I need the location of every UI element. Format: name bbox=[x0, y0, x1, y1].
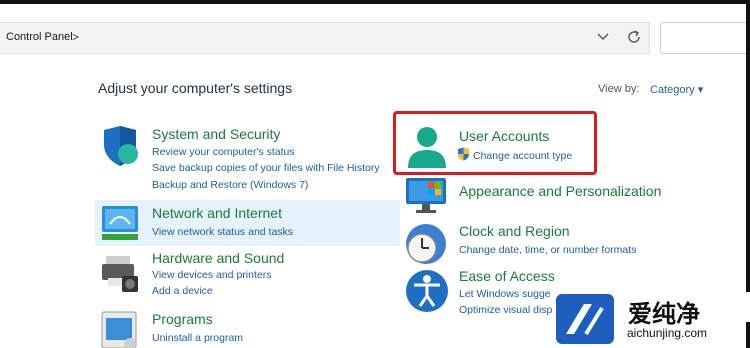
link-review-status[interactable]: Review your computer's status bbox=[152, 146, 295, 158]
link-let-windows-suggest[interactable]: Let Windows sugge bbox=[459, 288, 551, 300]
view-by-dropdown[interactable]: Category ▾ bbox=[650, 83, 703, 96]
address-bar[interactable]: Control Panel > bbox=[0, 22, 650, 54]
ease-of-access-icon[interactable] bbox=[404, 268, 450, 314]
link-uninstall-program[interactable]: Uninstall a program bbox=[152, 332, 243, 344]
search-input[interactable] bbox=[660, 22, 746, 54]
link-add-device[interactable]: Add a device bbox=[152, 285, 213, 297]
category-appearance[interactable]: Appearance and Personalization bbox=[459, 183, 661, 199]
category-system-security[interactable]: System and Security bbox=[152, 126, 280, 142]
link-change-date-formats[interactable]: Change date, time, or number formats bbox=[459, 244, 636, 256]
category-clock-region[interactable]: Clock and Region bbox=[459, 223, 570, 239]
link-network-status[interactable]: View network status and tasks bbox=[152, 226, 293, 238]
programs-icon[interactable] bbox=[100, 310, 142, 348]
link-file-history[interactable]: Save backup copies of your files with Fi… bbox=[152, 162, 380, 174]
page-title: Adjust your computer's settings bbox=[98, 80, 293, 96]
category-hardware-sound[interactable]: Hardware and Sound bbox=[152, 250, 284, 266]
category-ease-of-access[interactable]: Ease of Access bbox=[459, 268, 555, 284]
chevron-down-icon[interactable] bbox=[596, 29, 610, 43]
shield-icon[interactable] bbox=[100, 124, 142, 168]
clock-icon[interactable] bbox=[404, 222, 450, 268]
link-devices-printers[interactable]: View devices and printers bbox=[152, 269, 271, 281]
breadcrumb-control-panel[interactable]: Control Panel bbox=[6, 31, 73, 43]
watermark-url: aichunjing.com bbox=[624, 326, 711, 340]
view-by-label: View by: bbox=[598, 83, 640, 95]
red-highlight-box bbox=[393, 111, 597, 175]
watermark-brand: 爱纯净 bbox=[628, 300, 700, 328]
network-icon[interactable] bbox=[100, 202, 142, 244]
watermark: 爱纯净 aichunjing.com bbox=[556, 292, 750, 348]
appearance-icon[interactable] bbox=[404, 176, 450, 216]
category-network-internet[interactable]: Network and Internet bbox=[152, 205, 282, 221]
printer-icon[interactable] bbox=[100, 252, 142, 294]
watermark-logo-icon bbox=[556, 294, 614, 344]
link-optimize-visual[interactable]: Optimize visual disp bbox=[459, 304, 552, 316]
link-backup-restore[interactable]: Backup and Restore (Windows 7) bbox=[152, 179, 308, 191]
category-programs[interactable]: Programs bbox=[152, 311, 213, 327]
refresh-icon[interactable] bbox=[626, 29, 642, 45]
breadcrumb-chevron-icon[interactable]: > bbox=[72, 30, 79, 44]
